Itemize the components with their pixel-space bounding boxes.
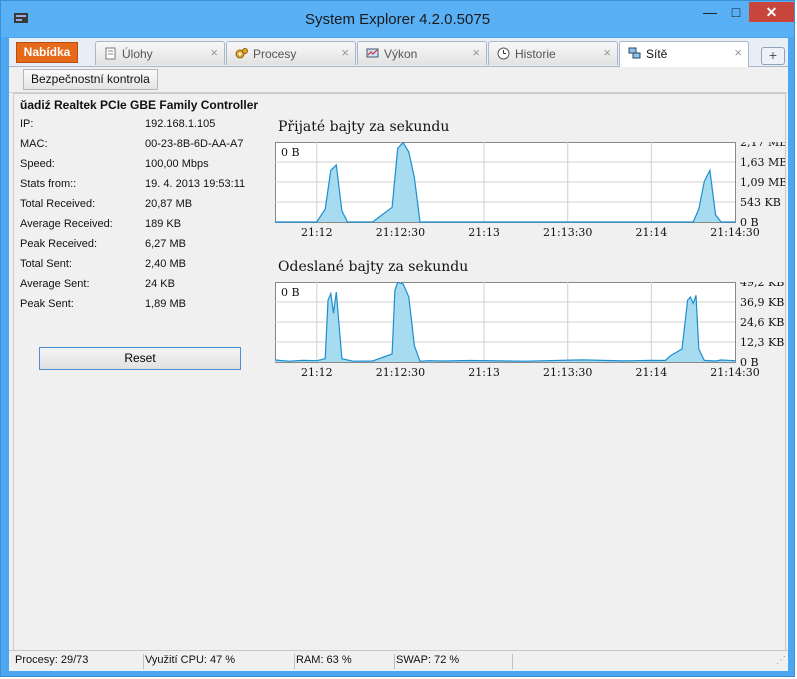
stat-value: 1,89 MB	[145, 298, 186, 310]
reset-button[interactable]: Reset	[39, 347, 241, 370]
x-tick-label: 21:14	[636, 226, 668, 239]
tab-historie[interactable]: Historie ×	[488, 41, 618, 65]
status-bar: Procesy: 29/73 Využití CPU: 47 % RAM: 63…	[9, 650, 788, 671]
tab-label: Procesy	[253, 47, 297, 61]
stat-value: 19. 4. 2013 19:53:11	[145, 178, 246, 190]
tab-close-icon[interactable]: ×	[734, 45, 742, 60]
x-tick-label: 21:12:30	[376, 226, 425, 239]
stat-label: Speed:	[20, 158, 55, 170]
y-tick-label: 2,17 MB	[740, 142, 785, 149]
maximize-button[interactable]: □	[723, 2, 749, 22]
app-window: System Explorer 4.2.0.5075 — □ ✕ Nabídka…	[0, 0, 795, 677]
window-title: System Explorer 4.2.0.5075	[304, 11, 491, 28]
received-chart: 21:12 21:12:30 21:13 21:13:30 21:14 21:14:302…	[275, 142, 785, 239]
monitor-icon	[366, 47, 379, 60]
y-tick-label: 24,6 KB	[740, 316, 784, 329]
stat-label: Total Sent:	[20, 258, 72, 270]
stat-label: Total Received:	[20, 198, 96, 210]
tab-site[interactable]: Sítě ×	[619, 41, 749, 67]
stat-label: MAC:	[20, 138, 48, 150]
stat-label: Average Sent:	[20, 278, 90, 290]
stat-value: 20,87 MB	[145, 198, 193, 210]
x-tick-label: 21:13	[468, 366, 500, 379]
status-ram: RAM: 63 %	[296, 654, 395, 669]
received-chart-title: Přijaté bajty za sekundu	[278, 119, 450, 135]
x-tick-label: 21:14	[636, 366, 668, 379]
clock-icon	[497, 47, 510, 60]
stat-value: 100,00 Mbps	[145, 158, 209, 170]
y-tick-label: 12,3 KB	[740, 336, 784, 349]
stat-value: 00-23-8B-6D-AA-A7	[145, 138, 244, 150]
client-area: Nabídka Úlohy × Procesy × Výkon × Histor…	[9, 38, 788, 671]
tab-close-icon[interactable]: ×	[472, 45, 480, 60]
sent-chart: 21:12 21:12:30 21:13 21:13:30 21:14 21:14:304…	[275, 282, 784, 379]
y-tick-label: 36,9 KB	[740, 296, 784, 309]
status-swap: SWAP: 72 %	[396, 654, 513, 669]
y-tick-label: 1,63 MB	[740, 156, 785, 169]
stat-label: IP:	[20, 118, 34, 130]
network-panel: ŭadiź Realtek PCIe GBE Family Controller…	[13, 93, 786, 651]
tab-label: Historie	[515, 47, 556, 61]
status-processes: Procesy: 29/73	[15, 654, 144, 669]
tab-procesy[interactable]: Procesy ×	[226, 41, 356, 65]
y-tick-label: 0 B	[740, 356, 759, 369]
x-tick-label: 21:12	[301, 226, 333, 239]
stat-value: 192.168.1.105	[145, 118, 216, 130]
plus-icon: +	[768, 47, 778, 63]
sent-chart-title: Odeslané bajty za sekundu	[278, 259, 469, 275]
controller-name: ŭadiź Realtek PCIe GBE Family Controller	[20, 98, 259, 112]
add-tab-button[interactable]: +	[761, 47, 785, 65]
tab-close-icon[interactable]: ×	[603, 45, 611, 60]
menu-button[interactable]: Nabídka	[16, 42, 78, 63]
x-tick-label: 21:13:30	[543, 226, 592, 239]
y-tick-label: 543 KB	[740, 196, 781, 209]
tab-strip: Nabídka Úlohy × Procesy × Výkon × Histor…	[9, 38, 788, 67]
y-tick-label: 1,09 MB	[740, 176, 785, 189]
resize-grip-icon[interactable]: ⋰	[776, 655, 786, 666]
tab-label: Sítě	[646, 47, 668, 61]
stat-label: Peak Received:	[20, 238, 98, 250]
tab-vykon[interactable]: Výkon ×	[357, 41, 487, 65]
stat-value: 24 KB	[145, 278, 175, 290]
current-value-label: 0 B	[281, 146, 300, 159]
stat-value: 189 KB	[145, 218, 182, 230]
minimize-button[interactable]: —	[697, 2, 723, 22]
page-icon	[104, 47, 117, 60]
y-tick-label: 0 B	[740, 216, 759, 229]
current-value-label: 0 B	[281, 286, 300, 299]
stat-label: Peak Sent:	[20, 298, 74, 310]
tab-ulohy[interactable]: Úlohy ×	[95, 41, 225, 65]
stat-label: Average Received:	[20, 218, 113, 230]
x-tick-label: 21:12:30	[376, 366, 425, 379]
close-button[interactable]: ✕	[749, 2, 794, 22]
tab-label: Výkon	[384, 47, 418, 61]
tab-close-icon[interactable]: ×	[341, 45, 349, 60]
stat-value: 2,40 MB	[145, 258, 186, 270]
y-tick-label: 49,2 KB	[740, 282, 784, 289]
x-tick-label: 21:12	[301, 366, 333, 379]
tab-label: Úlohy	[122, 47, 153, 61]
tab-close-icon[interactable]: ×	[210, 45, 218, 60]
network-icon	[628, 47, 641, 60]
status-cpu: Využití CPU: 47 %	[145, 654, 295, 669]
x-tick-label: 21:13:30	[543, 366, 592, 379]
toolbar: Bezpečnostní kontrola	[9, 67, 788, 93]
stat-value: 6,27 MB	[145, 238, 186, 250]
security-check-button[interactable]: Bezpečnostní kontrola	[23, 69, 158, 90]
gears-icon	[235, 47, 248, 60]
title-bar[interactable]: System Explorer 4.2.0.5075 — □ ✕	[1, 1, 794, 37]
stat-label: Stats from::	[20, 178, 77, 190]
x-tick-label: 21:13	[468, 226, 500, 239]
